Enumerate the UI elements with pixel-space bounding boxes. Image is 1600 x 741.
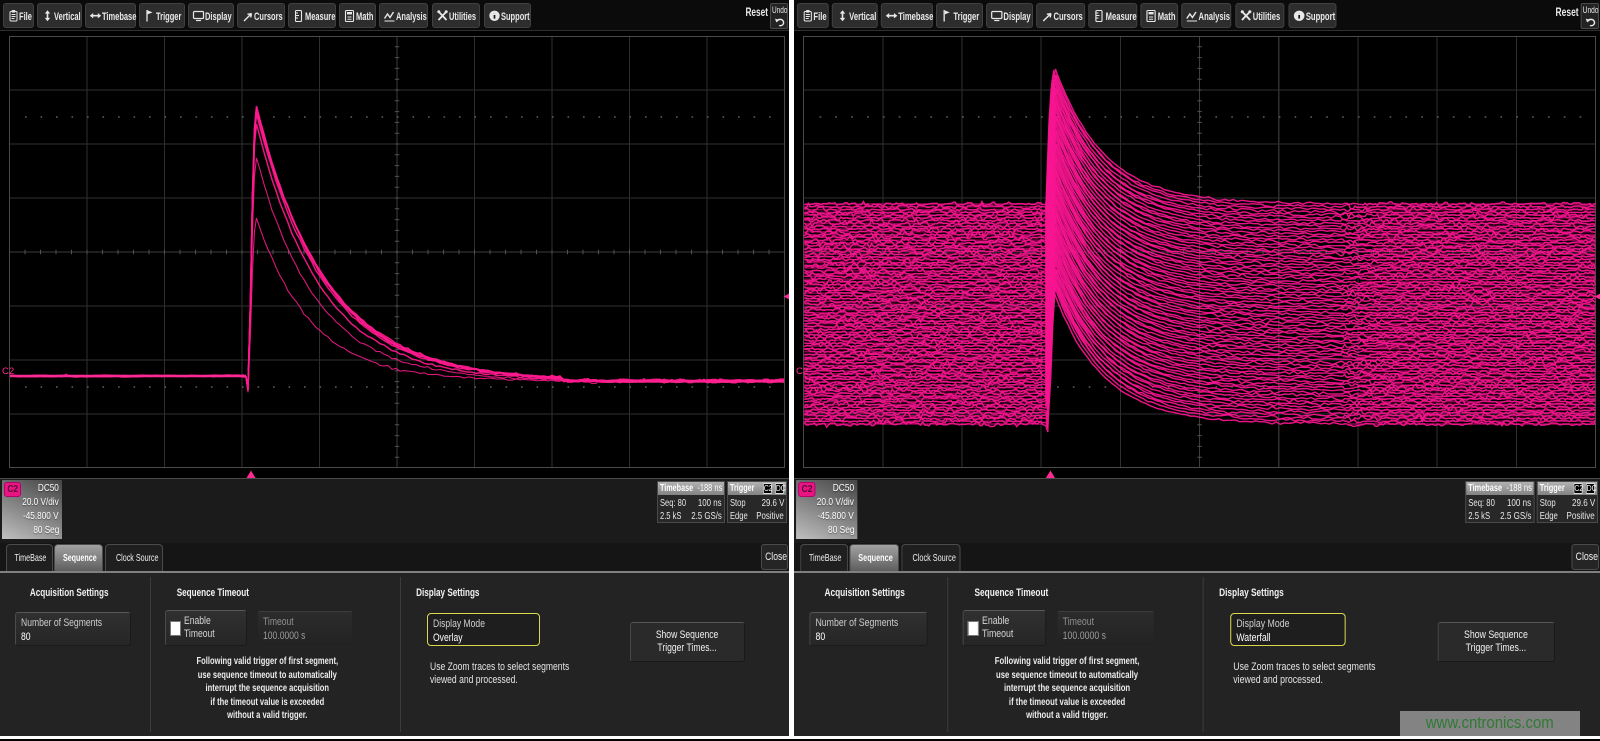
svg-text:C2: C2 bbox=[796, 366, 808, 377]
svg-text:C2: C2 bbox=[2, 366, 14, 377]
